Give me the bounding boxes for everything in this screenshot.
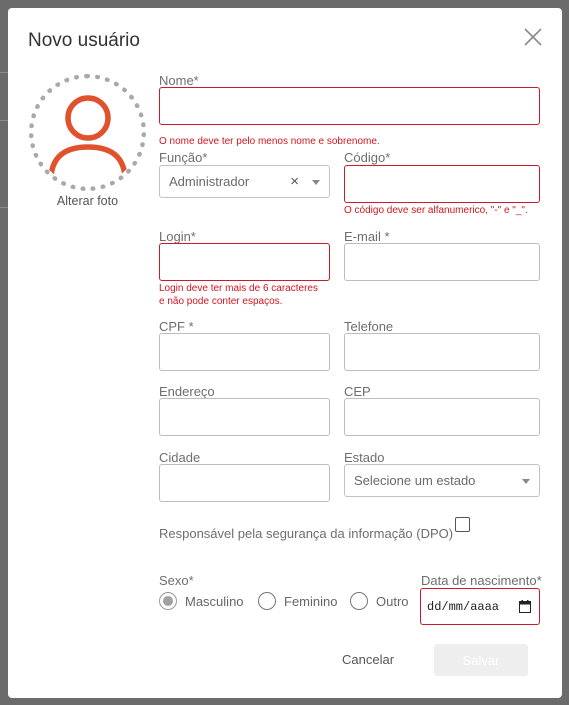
radio-label: Masculino [185,593,244,609]
email-input[interactable] [344,243,540,281]
phone-label: Telefone [344,319,394,334]
name-error: O nome deve ter pelo menos nome e sobren… [159,136,380,147]
radio-feminino[interactable] [258,592,276,610]
city-label: Cidade [159,450,201,465]
sex-option-outro[interactable]: Outro [350,591,409,611]
radio-label: Outro [376,593,409,609]
phone-input[interactable] [344,333,540,371]
sex-label: Sexo* [159,573,194,588]
user-icon [47,95,128,178]
code-label: Código* [344,150,391,165]
modal-title: Novo usuário [28,30,140,51]
radio-label: Feminino [284,593,338,609]
login-error-line: Login deve ter mais de 6 caracteres [159,283,318,294]
sex-option-feminino[interactable]: Feminino [258,591,337,611]
birthdate-input[interactable]: dd/mm/aaaa [420,588,540,625]
cep-label: CEP [344,384,371,399]
chevron-down-icon [522,479,530,484]
role-label: Função* [159,150,208,165]
close-icon[interactable] [522,26,544,48]
state-label: Estado [344,450,385,465]
code-input[interactable] [344,165,540,203]
birthdate-placeholder: dd/mm/aaaa [427,599,500,614]
login-input[interactable] [159,243,330,281]
radio-masculino[interactable] [159,592,177,610]
cep-input[interactable] [344,398,540,436]
cpf-input[interactable] [159,333,330,371]
address-input[interactable] [159,398,330,436]
email-label: E-mail * [344,229,390,244]
login-error: Login deve ter mais de 6 caracteres e nã… [159,282,318,308]
new-user-modal: Novo usuário Alterar foto Nome* O nome d… [8,8,562,698]
login-label: Login* [159,229,196,244]
cpf-label: CPF * [159,319,194,334]
name-input[interactable] [159,87,540,125]
city-input[interactable] [159,464,330,502]
dpo-label: Responsável pela segurança da informação… [159,526,454,541]
address-label: Endereço [159,384,215,399]
save-button[interactable]: Salvar [434,644,528,676]
radio-outro[interactable] [350,592,368,610]
name-label: Nome* [159,73,199,88]
login-error-line: e não pode conter espaços. [159,296,283,307]
state-select[interactable]: Selecione um estado [344,464,540,497]
chevron-down-icon [312,180,320,185]
code-error: O código deve ser alfanumerico, "-" e "_… [344,205,528,216]
cancel-button[interactable]: Cancelar [342,652,394,667]
clear-icon[interactable]: × [290,173,299,190]
birthdate-label: Data de nascimento* [421,573,542,588]
calendar-icon[interactable] [519,600,531,613]
dpo-checkbox[interactable] [455,517,470,532]
avatar[interactable] [29,74,146,191]
role-select[interactable]: Administrador × [159,165,330,198]
change-photo-link[interactable]: Alterar foto [29,194,146,208]
role-select-value: Administrador [169,174,250,189]
state-select-placeholder: Selecione um estado [354,473,476,488]
sex-option-masculino[interactable]: Masculino [159,591,244,611]
